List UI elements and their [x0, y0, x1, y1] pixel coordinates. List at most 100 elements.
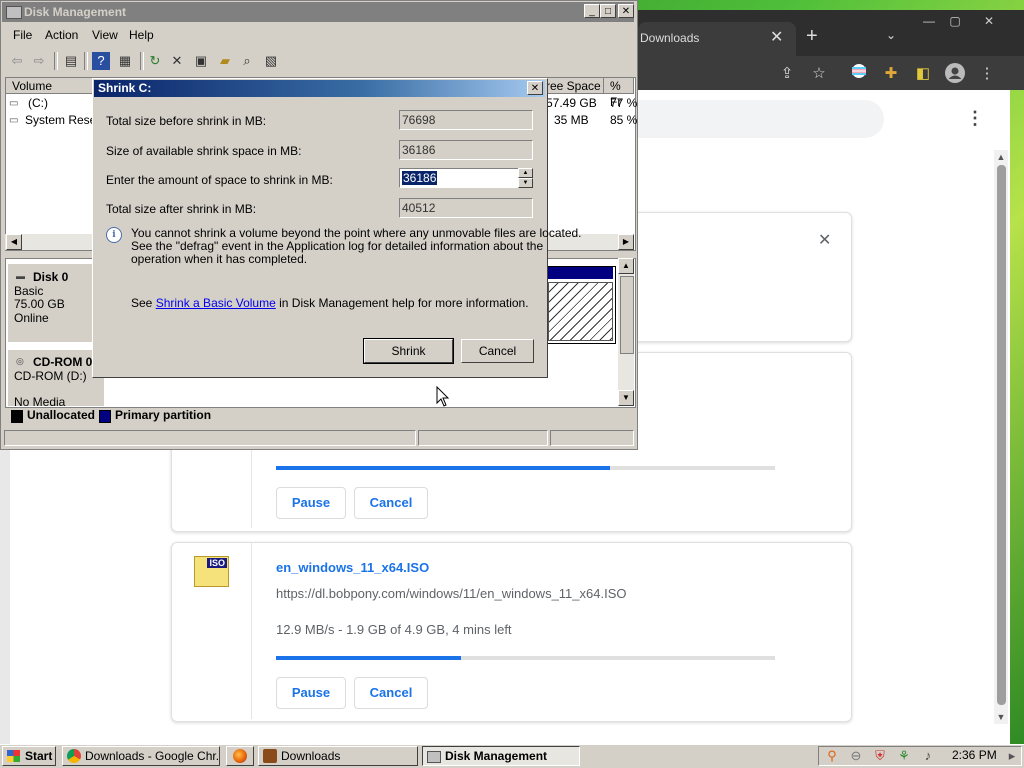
- scroll-up-icon[interactable]: ▲: [618, 258, 634, 274]
- settings-icon[interactable]: ▧: [262, 52, 280, 70]
- volume-percent-free: 77 %: [610, 96, 638, 110]
- page-menu-icon[interactable]: ⋮: [966, 108, 984, 129]
- taskbar-item-label: Downloads: [281, 749, 341, 763]
- security-shield-icon[interactable]: ⛨: [872, 748, 888, 764]
- volume-icon[interactable]: ♪: [920, 748, 936, 764]
- properties-icon[interactable]: ▣: [192, 52, 210, 70]
- volume-percent-free: 85 %: [610, 113, 638, 127]
- status-pane: [418, 430, 548, 446]
- help-icon[interactable]: ?: [92, 52, 110, 70]
- share-icon[interactable]: ⇪: [776, 63, 798, 85]
- cancel-download-button[interactable]: Cancel: [354, 487, 428, 519]
- total-after-label: Total size after shrink in MB:: [106, 202, 257, 216]
- close-icon[interactable]: ✕: [527, 81, 543, 95]
- column-header-percent-free[interactable]: % Fr: [604, 78, 634, 109]
- selected-partition-hatch[interactable]: [548, 282, 613, 341]
- pause-button[interactable]: Pause: [276, 487, 346, 519]
- delete-icon[interactable]: ✕: [168, 52, 186, 70]
- info-text-line-1: You cannot shrink a volume beyond the po…: [131, 226, 582, 240]
- taskbar-item-disk-management[interactable]: Disk Management: [422, 746, 580, 766]
- menu-help[interactable]: Help: [129, 28, 154, 42]
- network-icon[interactable]: ⚘: [896, 748, 912, 764]
- scroll-up-icon[interactable]: ▲: [994, 152, 1008, 162]
- toolbar-separator: [54, 52, 58, 70]
- disk-management-icon: [427, 751, 441, 763]
- back-icon[interactable]: ⇦: [8, 52, 26, 70]
- shrink-button[interactable]: Shrink: [363, 338, 454, 364]
- status-pane: [550, 430, 634, 446]
- info-text-line-3: operation when it has completed.: [131, 252, 308, 266]
- avatar[interactable]: [944, 63, 966, 85]
- minimize-icon[interactable]: —: [916, 12, 942, 30]
- chrome-toolbar: [638, 56, 1024, 90]
- maximize-icon[interactable]: □: [600, 4, 616, 18]
- new-tab-icon[interactable]: +: [806, 26, 818, 46]
- chrome-menu-icon[interactable]: ⋮: [976, 63, 998, 85]
- page-scrollbar-thumb[interactable]: [997, 165, 1006, 705]
- shrink-amount-value: 36186: [402, 171, 438, 185]
- menu-file[interactable]: File: [13, 28, 32, 42]
- search-icon[interactable]: ⚲: [824, 748, 840, 764]
- close-window-icon[interactable]: ✕: [976, 12, 1002, 30]
- volume-free-space: 35 MB: [554, 113, 589, 127]
- extensions-puzzle-icon[interactable]: ✚: [880, 63, 902, 85]
- show-hide-console-tree-icon[interactable]: ▤: [62, 52, 80, 70]
- open-folder-icon[interactable]: ▰: [216, 52, 234, 70]
- maximize-icon[interactable]: ▢: [942, 12, 968, 30]
- close-tab-icon[interactable]: ✕: [770, 27, 783, 47]
- menu-view[interactable]: View: [92, 28, 118, 42]
- spin-down-icon[interactable]: ▼: [518, 178, 533, 188]
- column-header-free-space[interactable]: ree Space: [540, 78, 604, 94]
- cdrom-0-name: CD-ROM 0: [33, 355, 93, 369]
- pause-button[interactable]: Pause: [276, 677, 346, 709]
- column-header-volume[interactable]: Volume: [6, 78, 94, 94]
- scroll-right-icon[interactable]: ▶: [618, 234, 634, 250]
- scroll-down-icon[interactable]: ▼: [618, 390, 634, 406]
- downloads-search-bar[interactable]: [620, 100, 884, 138]
- taskbar-item-downloads[interactable]: Downloads: [258, 746, 418, 766]
- windows-logo-icon: [7, 750, 20, 762]
- forward-icon[interactable]: ⇨: [30, 52, 48, 70]
- cancel-download-button[interactable]: Cancel: [354, 677, 428, 709]
- shrink-basic-volume-link[interactable]: Shrink a Basic Volume: [156, 296, 276, 310]
- taskbar-item-chrome[interactable]: Downloads - Google Chr...: [62, 746, 220, 766]
- side-panel-icon[interactable]: ◧: [912, 63, 934, 85]
- downloaded-file-link[interactable]: en_windows_11_x64.ISO: [276, 560, 429, 575]
- profile-flag-icon[interactable]: [848, 63, 870, 85]
- clock[interactable]: 2:36 PM: [952, 748, 997, 762]
- drive-icon: ▭: [9, 115, 19, 126]
- remove-download-icon[interactable]: ✕: [818, 230, 831, 250]
- disk-view-scroll-thumb[interactable]: [620, 276, 634, 354]
- spin-up-icon[interactable]: ▲: [518, 168, 533, 178]
- volume-name[interactable]: System Reser: [25, 113, 100, 127]
- dialog-title: Shrink C:: [98, 81, 152, 95]
- info-icon: i: [106, 227, 122, 243]
- shrink-amount-input[interactable]: 36186: [399, 168, 519, 188]
- disk-management-app-icon: [6, 6, 22, 19]
- tab-search-icon[interactable]: ⌄: [886, 28, 896, 42]
- volume-name[interactable]: (C:): [28, 96, 48, 110]
- info-text-line-2: See the "defrag" event in the Applicatio…: [131, 239, 544, 253]
- available-space-field: 36186: [399, 140, 533, 160]
- chrome-icon: [67, 749, 81, 763]
- scroll-left-icon[interactable]: ◀: [6, 234, 22, 250]
- search-icon[interactable]: ⌕: [238, 52, 256, 70]
- bookmark-star-icon[interactable]: ☆: [808, 63, 830, 85]
- taskbar-item-firefox[interactable]: [226, 746, 254, 766]
- cancel-button[interactable]: Cancel: [461, 339, 534, 363]
- status-icon[interactable]: ⊖: [848, 748, 864, 764]
- disk-management-titlebar[interactable]: Disk Management: [2, 2, 634, 22]
- help-suffix: in Disk Management help for more informa…: [279, 296, 529, 310]
- show-desktop-icon[interactable]: ▸: [1004, 748, 1020, 764]
- start-button[interactable]: Start: [2, 746, 56, 766]
- download-source-url[interactable]: https://dl.bobpony.com/windows/11/en_win…: [276, 586, 627, 601]
- menu-action[interactable]: Action: [45, 28, 78, 42]
- minimize-icon[interactable]: _: [584, 4, 600, 18]
- close-icon[interactable]: ✕: [618, 4, 634, 18]
- shrink-dialog-titlebar[interactable]: Shrink C:: [94, 80, 545, 97]
- cdrom-0-drive: CD-ROM (D:): [14, 369, 87, 383]
- properties-pane-icon[interactable]: ▦: [116, 52, 134, 70]
- firefox-icon: [233, 749, 247, 763]
- scroll-down-icon[interactable]: ▼: [994, 712, 1008, 722]
- rescan-icon[interactable]: ↻: [146, 52, 164, 70]
